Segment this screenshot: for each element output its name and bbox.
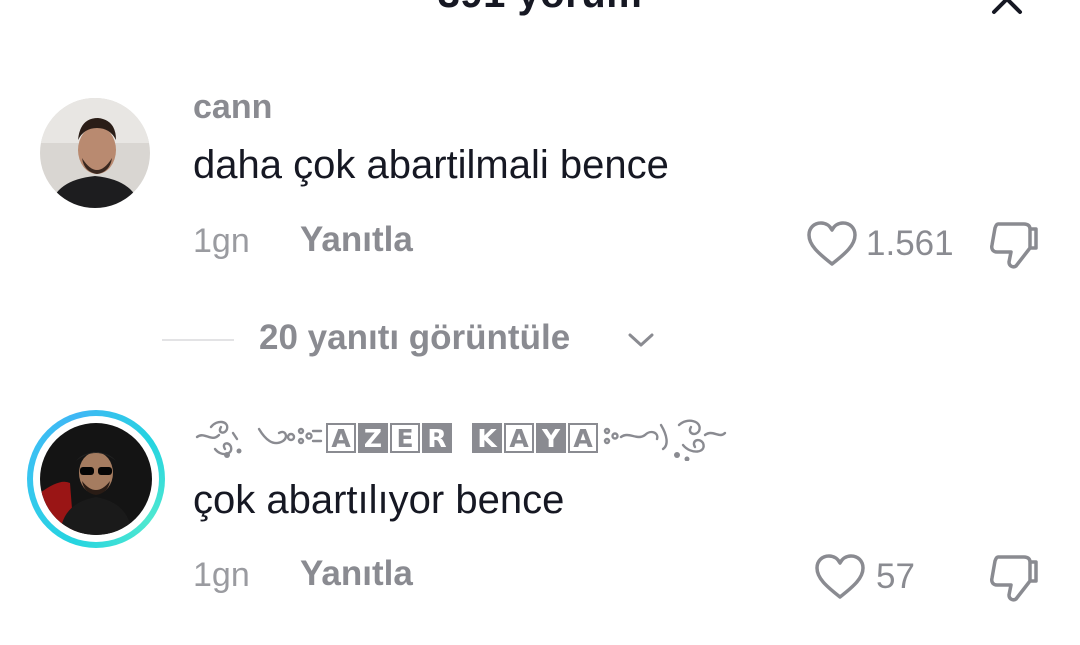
fancy-letter: A [568, 423, 598, 453]
like-count: 1.561 [866, 224, 954, 263]
fancy-letter: A [326, 423, 356, 453]
ornament-right [603, 419, 727, 461]
dislike-icon[interactable] [988, 220, 1040, 270]
heart-icon[interactable] [814, 553, 866, 601]
like-count: 57 [876, 557, 915, 596]
comment-timestamp: 1gn [193, 222, 250, 260]
view-replies-button[interactable]: 20 yanıtı görüntüle [259, 318, 570, 358]
divider [162, 339, 234, 341]
comments-count-title: 391 yorum [0, 0, 1080, 17]
fancy-letter: E [390, 423, 420, 453]
avatar[interactable] [40, 98, 150, 208]
fancy-letter: Z [358, 423, 388, 453]
fancy-letter: A [504, 423, 534, 453]
comment-username[interactable]: AZER KAYA A Z E R K A Y A [193, 410, 727, 466]
reply-button[interactable]: Yanıtla [300, 220, 413, 260]
comment-timestamp: 1gn [193, 556, 250, 594]
comment-username[interactable]: cann [193, 88, 272, 127]
chevron-down-icon[interactable] [626, 330, 656, 350]
comment-text: çok abartılıyor bence [193, 478, 565, 522]
fancy-letter: R [422, 423, 452, 453]
comment-text: daha çok abartilmali bence [193, 143, 669, 187]
fancy-letter: K [472, 423, 502, 453]
close-icon[interactable] [990, 0, 1036, 16]
heart-icon[interactable] [806, 220, 858, 268]
dislike-icon[interactable] [988, 553, 1040, 603]
reply-button[interactable]: Yanıtla [300, 554, 413, 594]
fancy-letter: Y [536, 423, 566, 453]
ornament-left [195, 420, 323, 458]
avatar[interactable] [40, 423, 152, 535]
